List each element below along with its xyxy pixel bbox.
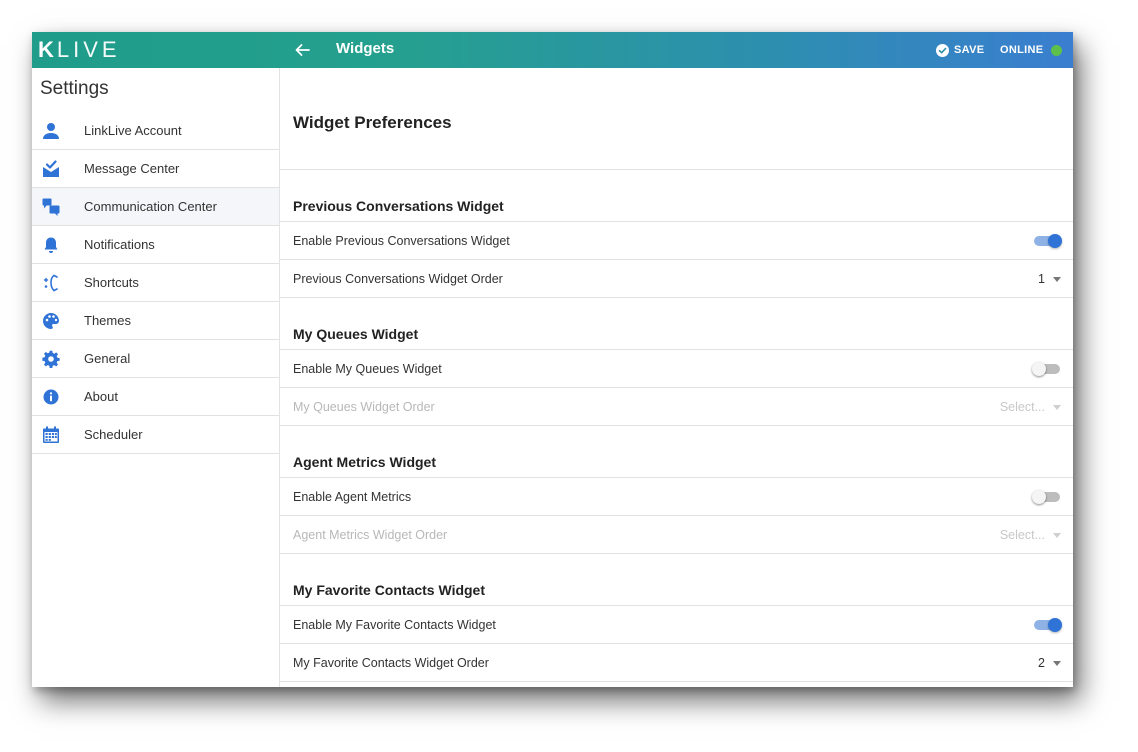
section-my-queues: My Queues Widget: [280, 298, 1073, 350]
sidebar-item-themes[interactable]: Themes: [32, 302, 279, 340]
enable-my-queues-row: Enable My Queues Widget: [280, 350, 1073, 388]
agent-metrics-toggle[interactable]: [1032, 490, 1062, 504]
app-logo: K LIVE: [38, 35, 121, 65]
sidebar-item-linklive-account[interactable]: LinkLive Account: [32, 112, 279, 150]
sidebar-item-notifications[interactable]: Notifications: [32, 226, 279, 264]
section-title: My Favorite Contacts Widget: [293, 582, 486, 598]
select-value: 2: [1038, 656, 1045, 670]
caret-down-icon: [1053, 276, 1061, 282]
section-agent-metrics: Agent Metrics Widget: [280, 426, 1073, 478]
my-favorite-contacts-order-row: My Favorite Contacts Widget Order 2: [280, 644, 1073, 682]
settings-nav: LinkLive Account Message Center Communic…: [32, 112, 279, 454]
previous-conversations-order-row: Previous Conversations Widget Order 1: [280, 260, 1073, 298]
select-value: 1: [1038, 272, 1045, 286]
agent-metrics-order-select[interactable]: Select...: [1000, 527, 1061, 543]
section-my-favorite-contacts: My Favorite Contacts Widget: [280, 554, 1073, 606]
row-label: My Favorite Contacts Widget Order: [293, 656, 489, 670]
my-favorite-contacts-toggle[interactable]: [1034, 618, 1062, 632]
section-title: My Queues Widget: [293, 326, 419, 342]
save-button[interactable]: SAVE: [936, 39, 984, 61]
shortcut-icon: [41, 273, 61, 293]
row-label: Enable Agent Metrics: [293, 490, 412, 504]
my-queues-toggle[interactable]: [1032, 362, 1062, 376]
section-title: Agent Metrics Widget: [293, 454, 436, 470]
select-placeholder: Select...: [999, 528, 1045, 542]
caret-down-icon: [1053, 532, 1061, 538]
logo-k: K: [38, 37, 57, 62]
app-window: K LIVE Widgets SAVE ONLINE Settings LinkL…: [32, 32, 1073, 687]
chat-bubbles-icon: [41, 197, 61, 217]
sidebar-item-about[interactable]: About: [32, 378, 279, 416]
settings-sidebar: Settings LinkLive Account Message Center…: [32, 68, 280, 687]
page-header-title: Widgets: [336, 40, 395, 57]
enable-agent-metrics-row: Enable Agent Metrics: [280, 478, 1073, 516]
row-label: Enable My Queues Widget: [293, 362, 442, 376]
back-arrow-icon[interactable]: [290, 38, 314, 62]
presence-status[interactable]: ONLINE: [1000, 39, 1063, 61]
person-icon: [41, 121, 61, 141]
row-label: Enable My Favorite Contacts Widget: [293, 618, 496, 632]
sidebar-item-label: Shortcuts: [84, 275, 139, 290]
agent-metrics-order-row: Agent Metrics Widget Order Select...: [280, 516, 1073, 554]
bell-icon: [41, 235, 61, 255]
sidebar-item-message-center[interactable]: Message Center: [32, 150, 279, 188]
section-previous-conversations: Previous Conversations Widget: [280, 170, 1073, 222]
mail-check-icon: [41, 159, 61, 179]
info-icon: [41, 387, 61, 407]
enable-my-favorite-contacts-row: Enable My Favorite Contacts Widget: [280, 606, 1073, 644]
top-bar: K LIVE Widgets SAVE ONLINE: [32, 32, 1073, 68]
sidebar-item-general[interactable]: General: [32, 340, 279, 378]
page-title: Widget Preferences: [293, 113, 452, 132]
select-placeholder: Select...: [999, 400, 1045, 414]
sidebar-item-label: About: [84, 389, 118, 404]
save-label: SAVE: [954, 44, 985, 56]
status-label: ONLINE: [1000, 44, 1044, 56]
row-label: Agent Metrics Widget Order: [293, 528, 448, 542]
caret-down-icon: [1053, 660, 1061, 666]
main-header: Widget Preferences: [280, 68, 1073, 170]
sidebar-item-scheduler[interactable]: Scheduler: [32, 416, 279, 454]
my-favorite-contacts-order-select[interactable]: 2: [1038, 655, 1061, 671]
sidebar-item-label: LinkLive Account: [84, 123, 182, 138]
logo-text: LIVE: [56, 37, 121, 62]
sidebar-heading: Settings: [40, 78, 109, 99]
sidebar-item-label: Message Center: [84, 161, 180, 176]
row-label: Previous Conversations Widget Order: [293, 272, 503, 286]
previous-conversations-order-select[interactable]: 1: [1038, 271, 1061, 287]
sidebar-item-communication-center[interactable]: Communication Center: [32, 188, 279, 226]
calendar-icon: [41, 425, 61, 445]
sidebar-item-label: Notifications: [84, 237, 155, 252]
check-circle-icon: [936, 43, 949, 57]
caret-down-icon: [1053, 404, 1061, 410]
enable-previous-conversations-row: Enable Previous Conversations Widget: [280, 222, 1073, 260]
sidebar-item-label: Scheduler: [84, 427, 143, 442]
my-queues-order-row: My Queues Widget Order Select...: [280, 388, 1073, 426]
row-label: Enable Previous Conversations Widget: [293, 234, 510, 248]
row-label: My Queues Widget Order: [293, 400, 435, 414]
status-dot: [1051, 44, 1063, 56]
sidebar-item-label: Communication Center: [84, 199, 217, 214]
sidebar-item-label: General: [84, 351, 131, 366]
my-queues-order-select[interactable]: Select...: [1000, 399, 1061, 415]
widget-preferences-panel: Widget Preferences Previous Conversation…: [280, 68, 1073, 687]
sidebar-item-label: Themes: [84, 313, 131, 328]
palette-icon: [41, 311, 61, 331]
previous-conversations-toggle[interactable]: [1034, 234, 1062, 248]
gear-icon: [41, 349, 61, 369]
sidebar-item-shortcuts[interactable]: Shortcuts: [32, 264, 279, 302]
section-title: Previous Conversations Widget: [293, 198, 504, 214]
